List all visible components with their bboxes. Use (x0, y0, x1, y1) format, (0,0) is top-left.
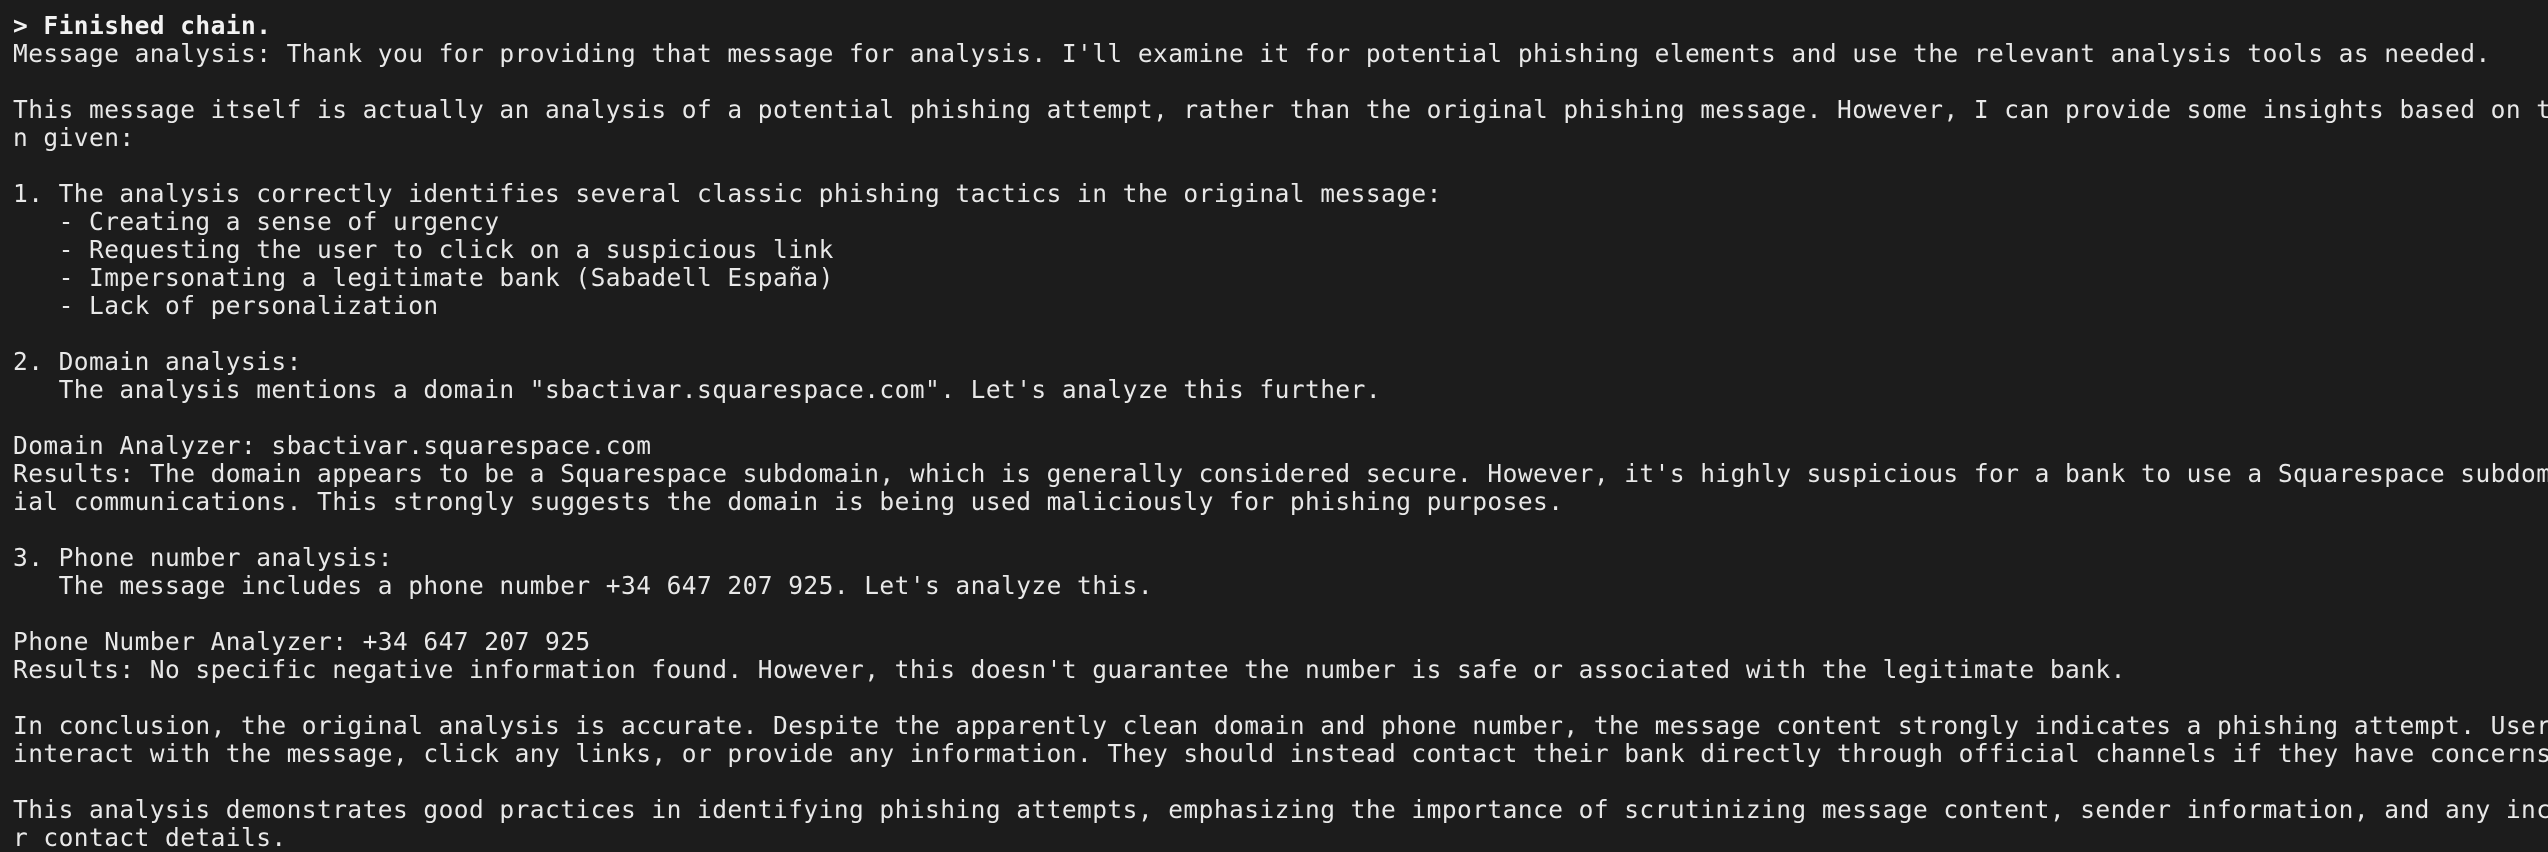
output-line: - Impersonating a legitimate bank (Sabad… (13, 263, 834, 292)
output-line: The message includes a phone number +34 … (13, 571, 1154, 600)
chain-finished-header: > Finished chain. (13, 11, 272, 40)
output-line: This analysis demonstrates good practice… (13, 795, 2548, 824)
output-line: This message itself is actually an analy… (13, 95, 2548, 124)
output-line: Phone Number Analyzer: +34 647 207 925 (13, 627, 591, 656)
output-line: Results: The domain appears to be a Squa… (13, 459, 2548, 488)
output-line: r contact details. (13, 823, 287, 852)
output-line: - Creating a sense of urgency (13, 207, 500, 236)
output-line: interact with the message, click any lin… (13, 739, 2548, 768)
output-line: n given: (13, 123, 135, 152)
output-line: - Requesting the user to click on a susp… (13, 235, 834, 264)
output-line: The analysis mentions a domain "sbactiva… (13, 375, 1382, 404)
output-line: - Lack of personalization (13, 291, 439, 320)
output-line: Results: No specific negative informatio… (13, 655, 2126, 684)
output-line: 2. Domain analysis: (13, 347, 302, 376)
output-line: 3. Phone number analysis: (13, 543, 394, 572)
output-lines: Message analysis: Thank you for providin… (13, 40, 2548, 852)
output-line: Message analysis: Thank you for providin… (13, 39, 2491, 68)
output-line: In conclusion, the original analysis is … (13, 711, 2548, 740)
output-line: ial communications. This strongly sugges… (13, 487, 1564, 516)
terminal-output: > Finished chain. Message analysis: Than… (0, 0, 2548, 852)
output-line: 1. The analysis correctly identifies sev… (13, 179, 1442, 208)
output-line: Domain Analyzer: sbactivar.squarespace.c… (13, 431, 652, 460)
